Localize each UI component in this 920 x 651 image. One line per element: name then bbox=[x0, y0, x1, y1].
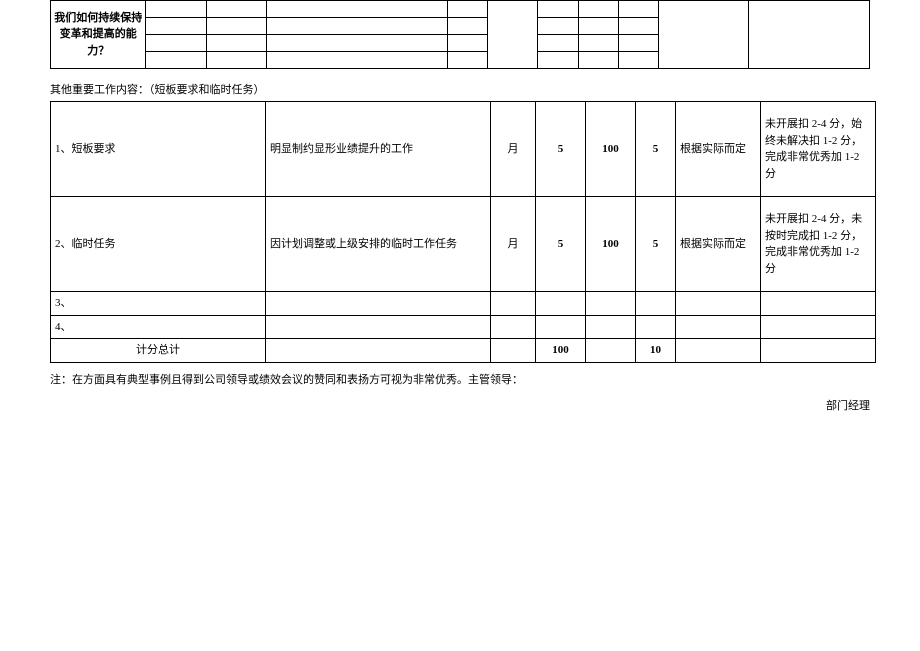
cell-empty bbox=[266, 292, 491, 316]
row2-score: 5 bbox=[636, 197, 676, 292]
section-title: 其他重要工作内容：（短板要求和临时任务） bbox=[50, 81, 870, 97]
cell-empty bbox=[761, 292, 876, 316]
cell-empty bbox=[206, 52, 266, 69]
cell-empty bbox=[206, 35, 266, 52]
cell-empty bbox=[146, 35, 206, 52]
cell-question: 我们如何持续保持变革和提高的能力？ bbox=[51, 1, 146, 69]
total-weight: 100 bbox=[536, 339, 586, 363]
cell-empty bbox=[447, 35, 487, 52]
row2-rule: 未开展扣 2-4 分，未按时完成扣 1-2 分，完成非常优秀加 1-2 分 bbox=[761, 197, 876, 292]
cell-empty bbox=[491, 315, 536, 339]
cell-empty bbox=[267, 1, 448, 18]
cell-empty bbox=[761, 339, 876, 363]
cell-empty bbox=[618, 18, 658, 35]
row2-basis: 根据实际而定 bbox=[676, 197, 761, 292]
cell-empty bbox=[267, 18, 448, 35]
cell-empty bbox=[636, 292, 676, 316]
row2-label: 2、临时任务 bbox=[51, 197, 266, 292]
total-label: 计分总计 bbox=[51, 339, 266, 363]
cell-empty bbox=[447, 18, 487, 35]
cell-empty bbox=[146, 1, 206, 18]
row2-period: 月 bbox=[491, 197, 536, 292]
cell-empty bbox=[676, 315, 761, 339]
cell-empty bbox=[146, 52, 206, 69]
signature-label: 部门经理 bbox=[50, 397, 870, 413]
footnote: 注：在方面具有典型事例且得到公司领导或绩效会议的赞同和表扬方可视为非常优秀。主管… bbox=[50, 371, 870, 387]
cell-empty bbox=[491, 339, 536, 363]
cell-empty bbox=[538, 35, 578, 52]
cell-empty bbox=[586, 315, 636, 339]
cell-empty bbox=[447, 52, 487, 69]
cell-empty bbox=[586, 292, 636, 316]
cell-empty bbox=[146, 18, 206, 35]
cell-empty bbox=[578, 1, 618, 18]
cell-empty bbox=[206, 18, 266, 35]
cell-empty bbox=[578, 52, 618, 69]
row1-desc: 明显制约显形业绩提升的工作 bbox=[266, 102, 491, 197]
cell-empty bbox=[586, 339, 636, 363]
cell-empty bbox=[676, 339, 761, 363]
row1-period: 月 bbox=[491, 102, 536, 197]
cell-empty bbox=[618, 52, 658, 69]
cell-empty bbox=[636, 315, 676, 339]
cell-empty bbox=[267, 35, 448, 52]
cell-empty bbox=[618, 35, 658, 52]
row2-desc: 因计划调整或上级安排的临时工作任务 bbox=[266, 197, 491, 292]
row1-weight: 5 bbox=[536, 102, 586, 197]
row1-rule: 未开展扣 2-4 分，始终未解决扣 1-2 分，完成非常优秀加 1-2 分 bbox=[761, 102, 876, 197]
cell-empty bbox=[536, 292, 586, 316]
cell-empty bbox=[676, 292, 761, 316]
main-table: 1、短板要求 明显制约显形业绩提升的工作 月 5 100 5 根据实际而定 未开… bbox=[50, 101, 876, 363]
cell-empty bbox=[658, 1, 748, 69]
cell-empty bbox=[206, 1, 266, 18]
row1-score: 5 bbox=[636, 102, 676, 197]
cell-empty bbox=[578, 35, 618, 52]
cell-empty bbox=[267, 52, 448, 69]
row4-label: 4、 bbox=[51, 315, 266, 339]
cell-empty bbox=[538, 52, 578, 69]
cell-empty bbox=[488, 1, 538, 69]
row2-base: 100 bbox=[586, 197, 636, 292]
row1-base: 100 bbox=[586, 102, 636, 197]
cell-empty bbox=[538, 18, 578, 35]
cell-empty bbox=[447, 1, 487, 18]
cell-empty bbox=[536, 315, 586, 339]
cell-empty bbox=[491, 292, 536, 316]
cell-empty bbox=[578, 18, 618, 35]
cell-empty bbox=[761, 315, 876, 339]
top-partial-table: 我们如何持续保持变革和提高的能力？ bbox=[50, 0, 870, 69]
row3-label: 3、 bbox=[51, 292, 266, 316]
row1-basis: 根据实际而定 bbox=[676, 102, 761, 197]
row1-label: 1、短板要求 bbox=[51, 102, 266, 197]
cell-empty bbox=[749, 1, 870, 69]
cell-empty bbox=[266, 339, 491, 363]
cell-empty bbox=[618, 1, 658, 18]
total-score: 10 bbox=[636, 339, 676, 363]
row2-weight: 5 bbox=[536, 197, 586, 292]
cell-empty bbox=[538, 1, 578, 18]
cell-empty bbox=[266, 315, 491, 339]
